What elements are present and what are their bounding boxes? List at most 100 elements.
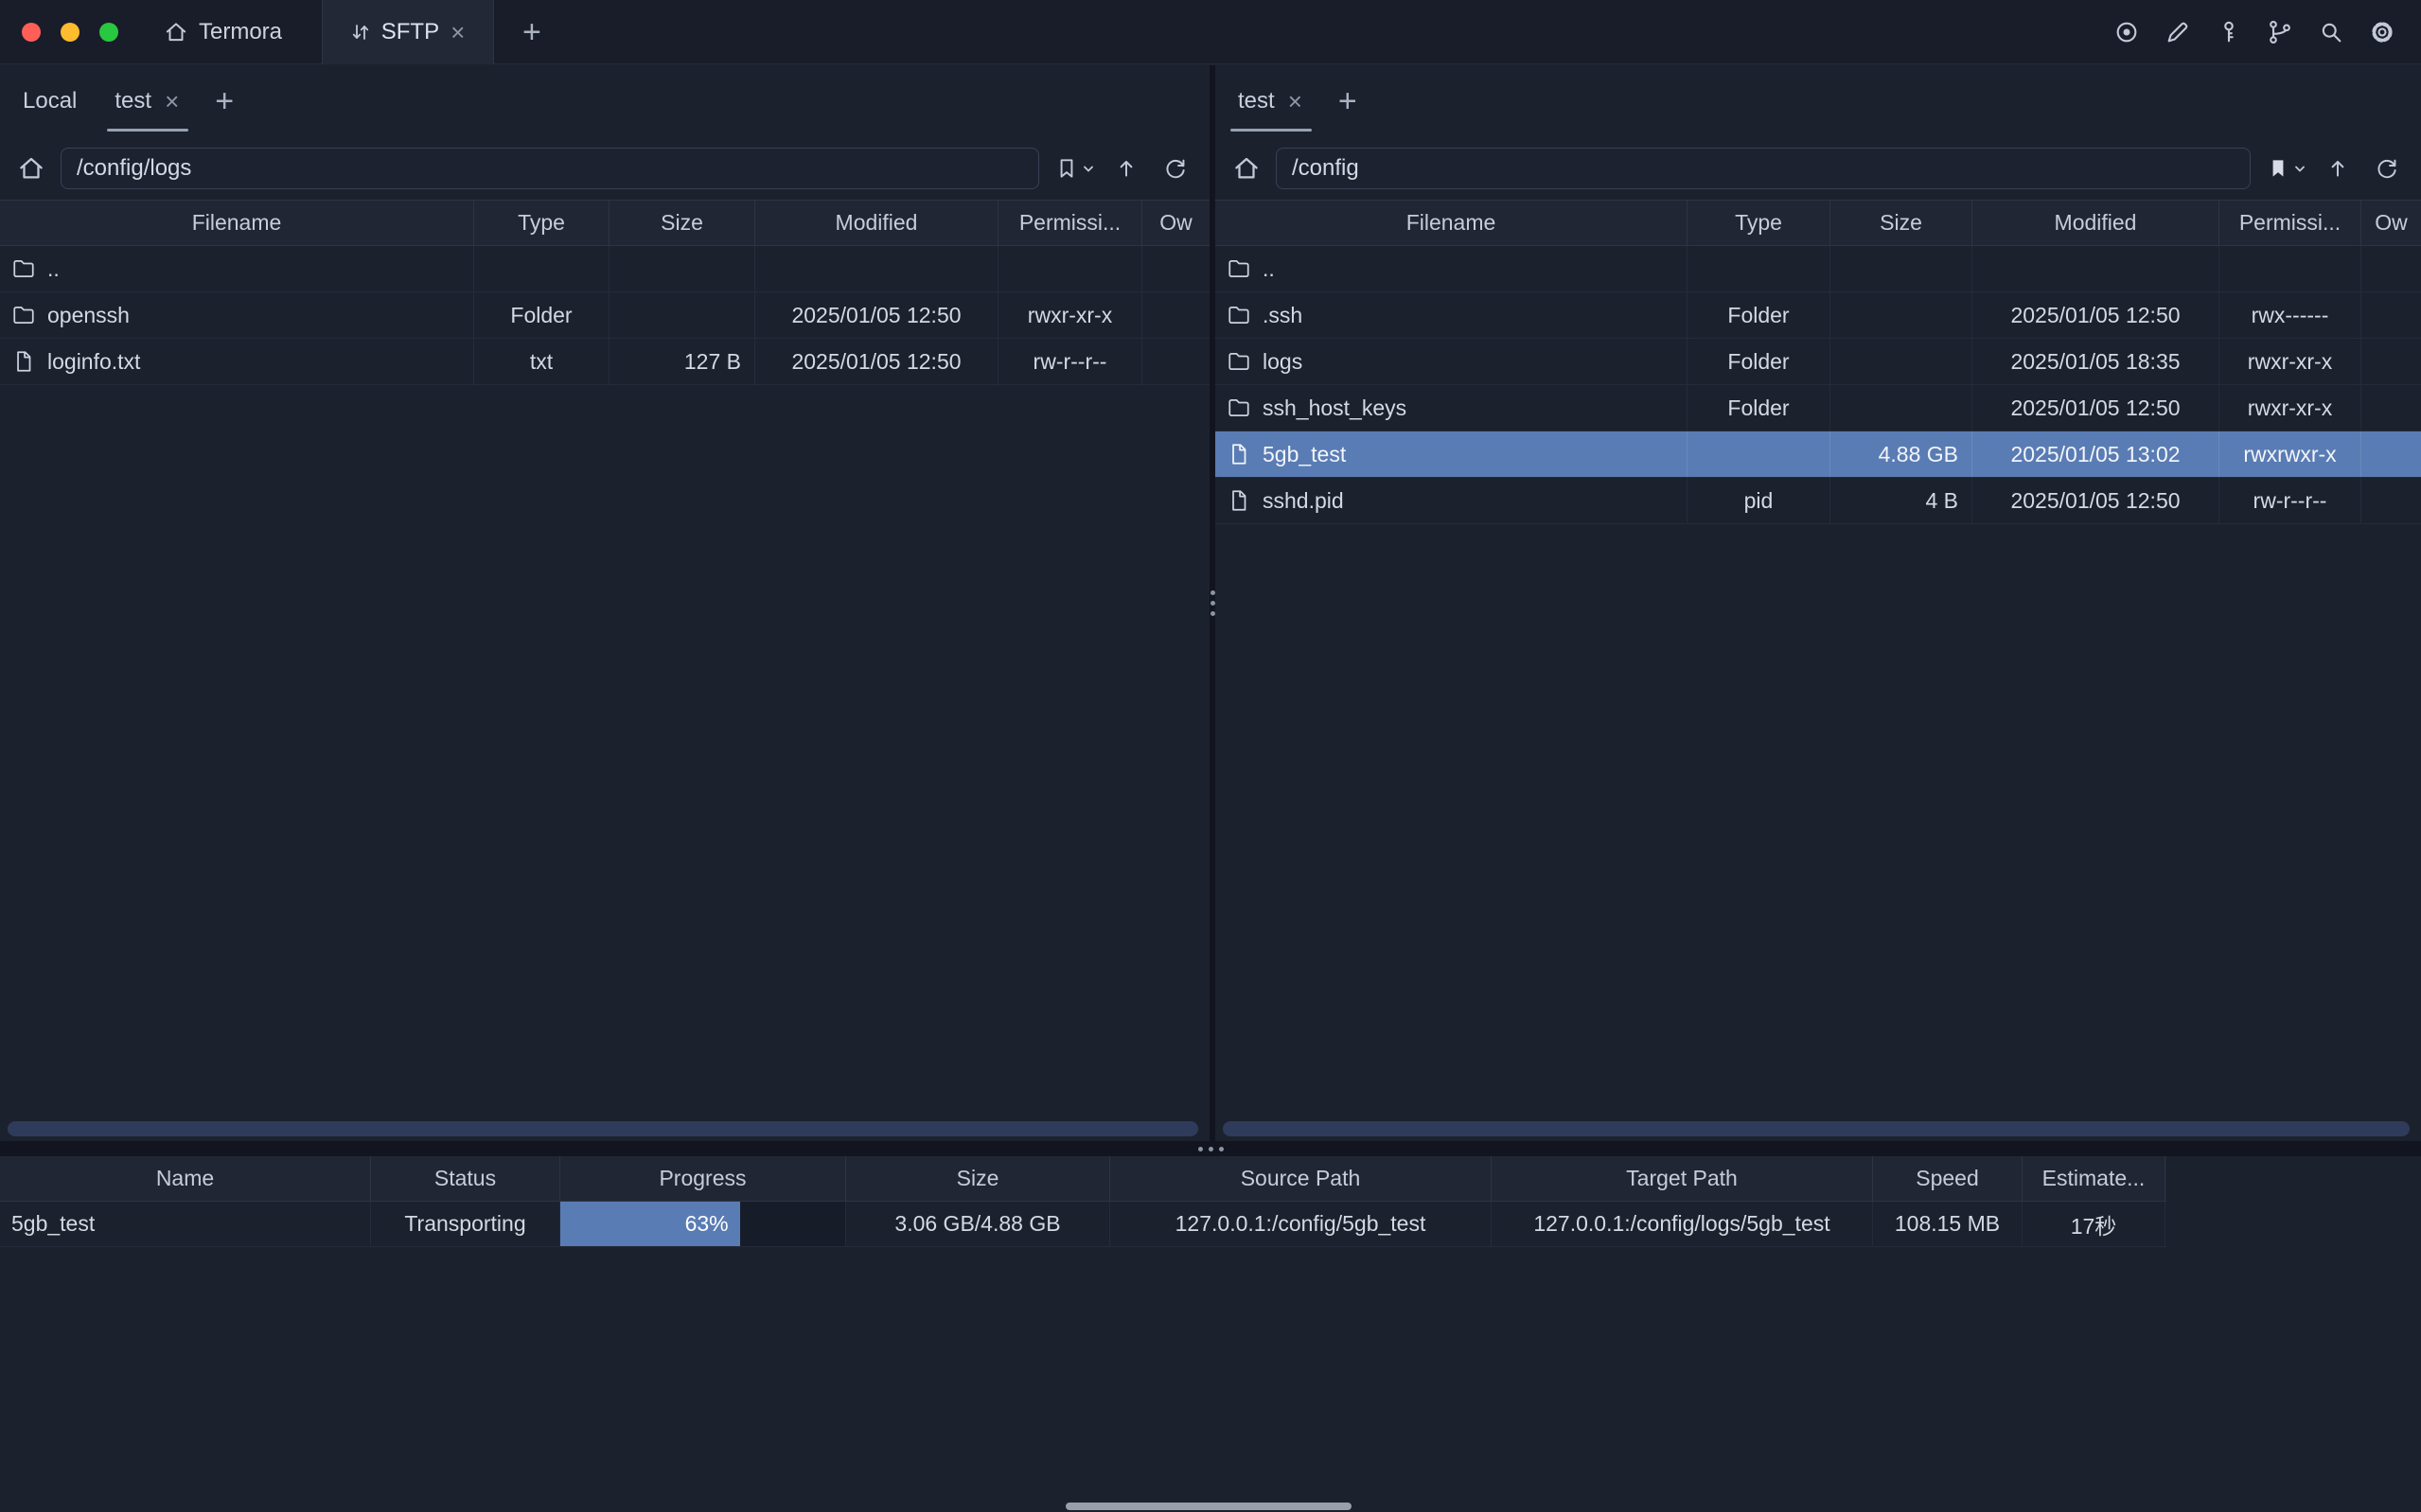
right-pathbar xyxy=(1215,137,2421,200)
remote-panel: test × + Filename Type Size Modified Per… xyxy=(1215,65,2421,1141)
transfer-row[interactable]: 5gb_test Transporting 63% 3.06 GB/4.88 G… xyxy=(0,1202,2166,1247)
cell-size xyxy=(1830,339,1972,384)
right-table-header: Filename Type Size Modified Permissi... … xyxy=(1215,200,2421,246)
cell-target-path: 127.0.0.1:/config/logs/5gb_test xyxy=(1492,1202,1873,1246)
record-icon[interactable] xyxy=(2112,18,2141,46)
cell-size: 4 B xyxy=(1830,478,1972,523)
refresh-button[interactable] xyxy=(1158,151,1193,185)
folder-icon xyxy=(1227,396,1251,420)
column-header-target-path[interactable]: Target Path xyxy=(1492,1156,1873,1201)
file-row-loginfo[interactable]: loginfo.txt txt 127 B 2025/01/05 12:50 r… xyxy=(0,339,1210,385)
column-header-name[interactable]: Name xyxy=(0,1156,371,1201)
scrollbar-thumb[interactable] xyxy=(1223,1121,2410,1136)
tab-test-label: test xyxy=(115,88,151,114)
cell-transfer-name: 5gb_test xyxy=(0,1202,371,1246)
cell-source-path: 127.0.0.1:/config/5gb_test xyxy=(1110,1202,1492,1246)
titlebar-actions xyxy=(2112,18,2396,46)
new-tab-button[interactable]: + xyxy=(513,16,551,48)
column-header-filename[interactable]: Filename xyxy=(1215,201,1688,245)
column-header-size[interactable]: Size xyxy=(1830,201,1972,245)
tab-close-icon[interactable]: × xyxy=(1286,89,1304,114)
column-header-size[interactable]: Size xyxy=(846,1156,1110,1201)
column-header-owner[interactable]: Ow xyxy=(1142,201,1210,245)
cell-type: Folder xyxy=(1688,339,1830,384)
column-header-permissions[interactable]: Permissi... xyxy=(2219,201,2361,245)
cell-filename: 5gb_test xyxy=(1215,431,1688,477)
file-row-parent[interactable]: .. xyxy=(1215,246,2421,292)
cell-type xyxy=(474,246,610,291)
horizontal-scrollbar[interactable] xyxy=(8,1121,1198,1136)
tab-test-right[interactable]: test × xyxy=(1219,65,1323,137)
add-panel-tab-button[interactable]: + xyxy=(200,65,249,137)
app-tab-termora[interactable]: Termora xyxy=(164,19,282,45)
sftp-tab-close-icon[interactable]: × xyxy=(449,20,467,44)
search-icon[interactable] xyxy=(2317,18,2345,46)
cell-size xyxy=(1830,246,1972,291)
tab-close-icon[interactable]: × xyxy=(163,89,181,114)
refresh-button[interactable] xyxy=(2370,151,2404,185)
column-header-type[interactable]: Type xyxy=(474,201,610,245)
column-header-modified[interactable]: Modified xyxy=(1972,201,2219,245)
column-header-filename[interactable]: Filename xyxy=(0,201,474,245)
cell-modified xyxy=(755,246,998,291)
git-branch-icon[interactable] xyxy=(2266,18,2294,46)
edit-icon[interactable] xyxy=(2164,18,2192,46)
parent-directory-button[interactable] xyxy=(2321,151,2355,185)
folder-icon xyxy=(1227,303,1251,327)
horizontal-scrollbar[interactable] xyxy=(1223,1121,2410,1136)
scrollbar-thumb[interactable] xyxy=(8,1121,1198,1136)
scrollbar-thumb[interactable] xyxy=(1066,1503,1352,1510)
file-row-parent[interactable]: .. xyxy=(0,246,1210,292)
column-header-permissions[interactable]: Permissi... xyxy=(998,201,1142,245)
cell-permissions: rwxr-xr-x xyxy=(2219,385,2361,431)
path-input[interactable] xyxy=(1276,148,2251,189)
cell-owner xyxy=(2361,339,2421,384)
home-icon[interactable] xyxy=(1232,154,1261,183)
file-row-ssh[interactable]: .ssh Folder 2025/01/05 12:50 rwx------ xyxy=(1215,292,2421,339)
file-icon xyxy=(1227,488,1251,513)
column-header-size[interactable]: Size xyxy=(610,201,755,245)
tab-sftp[interactable]: SFTP × xyxy=(322,0,494,64)
file-row-sshd-pid[interactable]: sshd.pid pid 4 B 2025/01/05 12:50 rw-r--… xyxy=(1215,478,2421,524)
cell-size xyxy=(610,246,755,291)
minimize-window-button[interactable] xyxy=(61,23,80,42)
cell-filename: .ssh xyxy=(1215,292,1688,338)
column-header-estimate[interactable]: Estimate... xyxy=(2023,1156,2165,1201)
home-icon[interactable] xyxy=(17,154,45,183)
bookmark-button[interactable] xyxy=(1054,156,1094,181)
cell-owner xyxy=(2361,478,2421,523)
column-header-speed[interactable]: Speed xyxy=(1873,1156,2023,1201)
refresh-icon xyxy=(1163,156,1188,181)
folder-icon xyxy=(1227,256,1251,281)
file-row-openssh[interactable]: openssh Folder 2025/01/05 12:50 rwxr-xr-… xyxy=(0,292,1210,339)
key-icon[interactable] xyxy=(2215,18,2243,46)
file-row-ssh-host-keys[interactable]: ssh_host_keys Folder 2025/01/05 12:50 rw… xyxy=(1215,385,2421,431)
cell-modified: 2025/01/05 12:50 xyxy=(755,339,998,384)
cell-owner xyxy=(1142,246,1210,291)
tab-test-left[interactable]: test × xyxy=(96,65,200,137)
add-panel-tab-button[interactable]: + xyxy=(1323,65,1372,137)
column-header-modified[interactable]: Modified xyxy=(755,201,998,245)
path-input[interactable] xyxy=(61,148,1039,189)
column-header-owner[interactable]: Ow xyxy=(2361,201,2421,245)
arrow-up-icon xyxy=(1114,156,1139,181)
column-header-source-path[interactable]: Source Path xyxy=(1110,1156,1492,1201)
sftp-tab-label: SFTP xyxy=(381,19,439,45)
zoom-window-button[interactable] xyxy=(99,23,118,42)
panel-splitter-horizontal[interactable] xyxy=(0,1141,2421,1156)
column-header-status[interactable]: Status xyxy=(371,1156,560,1201)
cell-filename: .. xyxy=(0,246,474,291)
tab-local[interactable]: Local xyxy=(4,65,96,137)
folder-icon xyxy=(1227,349,1251,374)
parent-directory-button[interactable] xyxy=(1109,151,1143,185)
column-header-type[interactable]: Type xyxy=(1688,201,1830,245)
window-horizontal-scrollbar[interactable] xyxy=(0,1501,2421,1512)
bookmark-icon xyxy=(1054,156,1079,181)
close-window-button[interactable] xyxy=(22,23,41,42)
bookmark-button[interactable] xyxy=(2266,156,2306,181)
arrow-up-icon xyxy=(2325,156,2350,181)
settings-gear-icon[interactable] xyxy=(2368,18,2396,46)
file-row-5gb-test-selected[interactable]: 5gb_test 4.88 GB 2025/01/05 13:02 rwxrwx… xyxy=(1215,431,2421,478)
column-header-progress[interactable]: Progress xyxy=(560,1156,846,1201)
file-row-logs[interactable]: logs Folder 2025/01/05 18:35 rwxr-xr-x xyxy=(1215,339,2421,385)
